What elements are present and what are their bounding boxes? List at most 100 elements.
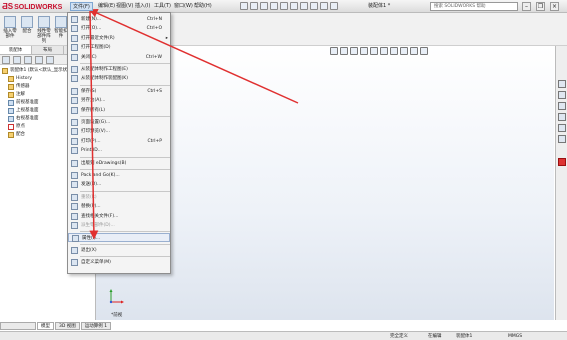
- file-menu-item[interactable]: 自定义菜单(M): [68, 258, 170, 267]
- status-definition: 完全定义: [390, 334, 408, 339]
- menu-separator: [80, 190, 170, 192]
- custom-properties-icon[interactable]: [558, 135, 566, 143]
- model-tabs: 模型 3D 视图 运动算例 1: [0, 322, 300, 330]
- tab-scroll-arrows[interactable]: [0, 322, 36, 330]
- menu-item-shortcut: Ctrl+O: [146, 26, 162, 32]
- status-units[interactable]: MMGS: [508, 333, 522, 340]
- file-menu-item: 重装(R): [68, 193, 170, 202]
- file-explorer-icon[interactable]: [558, 102, 566, 110]
- menu-0[interactable]: 文件(F): [70, 2, 93, 11]
- file-menu-item[interactable]: 打开(O)... Ctrl+O: [68, 24, 170, 33]
- dimxpert-tab-icon[interactable]: [35, 56, 43, 64]
- view-orientation-icon[interactable]: [370, 47, 378, 55]
- file-menu-item[interactable]: 新建(N)... Ctrl+N: [68, 15, 170, 24]
- menu-item-icon: [71, 34, 78, 42]
- menu-item-icon: [71, 44, 78, 52]
- ds-logo-icon: ƋS: [2, 2, 14, 11]
- rebuild-icon[interactable]: [310, 2, 318, 10]
- file-menu-item[interactable]: 从装配体制作装配图(K): [68, 74, 170, 83]
- file-menu-item[interactable]: 查找相关文件(F)...: [68, 212, 170, 221]
- help-search-input[interactable]: 搜索 SOLIDWORKS 帮助: [430, 2, 518, 11]
- brand-name: SOLIDWORKS: [14, 4, 63, 11]
- view-palette-icon[interactable]: [558, 113, 566, 121]
- menu-3[interactable]: 插入(I): [133, 2, 152, 11]
- file-menu-item[interactable]: 保存所有(L): [68, 106, 170, 115]
- print-icon[interactable]: [280, 2, 288, 10]
- menu-item-label: 另存为(A)...: [81, 98, 106, 104]
- file-menu-item[interactable]: 打印预览(V)...: [68, 127, 170, 136]
- command-button-0[interactable]: 插入零部件: [3, 16, 17, 39]
- appearances-icon[interactable]: [558, 124, 566, 132]
- configuration-manager-tab-icon[interactable]: [24, 56, 32, 64]
- property-manager-tab-icon[interactable]: [13, 56, 21, 64]
- solidworks-resources-icon[interactable]: [558, 80, 566, 88]
- plane-icon: [8, 100, 14, 106]
- minimize-button[interactable]: –: [522, 2, 531, 11]
- menu-item-shortcut: Ctrl+P: [147, 138, 163, 144]
- design-library-icon[interactable]: [558, 91, 566, 99]
- restore-button[interactable]: ❐: [536, 2, 545, 11]
- file-menu-item[interactable]: 保存(S) Ctrl+S: [68, 87, 170, 96]
- previous-view-icon[interactable]: [350, 47, 358, 55]
- view-settings-icon[interactable]: [420, 47, 428, 55]
- apply-scene-icon[interactable]: [410, 47, 418, 55]
- command-button-3[interactable]: 智能扣件: [54, 16, 68, 39]
- bottom-tab-2[interactable]: 运动算例 1: [80, 322, 112, 330]
- solidworks-logo[interactable]: ƋSSOLIDWORKS: [2, 1, 66, 12]
- bottom-tab-1[interactable]: 3D 视图: [55, 322, 80, 330]
- plane-icon: [8, 108, 14, 114]
- save-icon[interactable]: [270, 2, 278, 10]
- undo-icon[interactable]: [290, 2, 298, 10]
- menu-item-icon: [71, 212, 78, 220]
- menu-item-icon: [71, 193, 78, 201]
- folder-icon: [8, 132, 14, 138]
- menu-item-icon: [71, 87, 78, 95]
- options-gear-icon[interactable]: [330, 2, 338, 10]
- display-manager-tab-icon[interactable]: [46, 56, 54, 64]
- menu-item-icon: [71, 137, 78, 145]
- command-tab-0[interactable]: 装配体: [0, 46, 32, 54]
- file-menu-item[interactable]: 属性(I)...: [68, 233, 170, 243]
- zoom-to-fit-icon[interactable]: [330, 47, 338, 55]
- file-menu-item[interactable]: 替换(P)...: [68, 202, 170, 211]
- menu-separator: [80, 156, 170, 158]
- file-menu-item[interactable]: 页面设置(G)...: [68, 118, 170, 127]
- plm-icon[interactable]: [558, 158, 566, 166]
- file-menu-item[interactable]: Print3D...: [68, 146, 170, 155]
- menu-4[interactable]: 工具(T): [152, 2, 173, 11]
- folder-icon: [8, 92, 14, 98]
- command-button-2[interactable]: 线性零部件阵列: [37, 16, 51, 44]
- file-menu-item[interactable]: 退出(X): [68, 246, 170, 255]
- status-mode: 在编辑: [428, 334, 442, 339]
- zoom-to-area-icon[interactable]: [340, 47, 348, 55]
- file-menu-item[interactable]: 打开工程图(D): [68, 43, 170, 52]
- hide-show-items-icon[interactable]: [390, 47, 398, 55]
- command-tab-1[interactable]: 布局: [32, 46, 64, 54]
- heads-up-view-toolbar: [330, 47, 428, 57]
- file-properties-icon[interactable]: [320, 2, 328, 10]
- file-menu-item[interactable]: 从装配体制作工程图(E): [68, 65, 170, 74]
- display-style-icon[interactable]: [380, 47, 388, 55]
- select-icon[interactable]: [300, 2, 308, 10]
- menu-item-shortcut: Ctrl+W: [145, 54, 162, 60]
- close-button[interactable]: ×: [550, 2, 559, 11]
- command-button-1[interactable]: 配合: [20, 16, 34, 34]
- edit-appearance-icon[interactable]: [400, 47, 408, 55]
- open-folder-icon[interactable]: [260, 2, 268, 10]
- file-menu-item[interactable]: 另存为(A)...: [68, 96, 170, 105]
- home-icon[interactable]: [240, 2, 248, 10]
- file-menu-item[interactable]: 关闭(C) Ctrl+W: [68, 53, 170, 62]
- bottom-tab-0[interactable]: 模型: [37, 322, 54, 330]
- menu-item-icon: [71, 119, 78, 126]
- file-menu-item[interactable]: 出版到 eDrawings(B): [68, 159, 170, 168]
- menu-6[interactable]: 帮助(H): [192, 2, 214, 11]
- file-menu-item[interactable]: 打印(P)... Ctrl+P: [68, 137, 170, 146]
- file-menu-item[interactable]: Pack and Go(K)...: [68, 171, 170, 180]
- feature-tree-tab-icon[interactable]: [2, 56, 10, 64]
- file-menu-item[interactable]: 打开最近文件(R) ▸: [68, 34, 170, 43]
- file-menu-item[interactable]: 发送(D)...: [68, 180, 170, 189]
- document-title: 装配体1 *: [368, 3, 391, 9]
- menu-item-label: Pack and Go(K)...: [81, 173, 120, 178]
- new-document-icon[interactable]: [250, 2, 258, 10]
- section-view-icon[interactable]: [360, 47, 368, 55]
